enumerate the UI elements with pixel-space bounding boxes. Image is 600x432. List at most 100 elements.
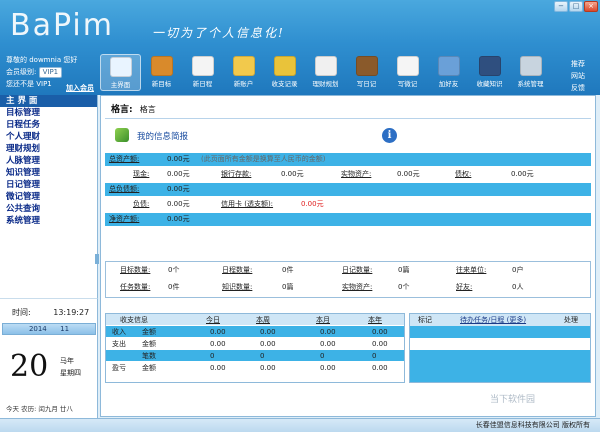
bank-value: 0.00元 bbox=[281, 170, 304, 178]
bank-label[interactable]: 银行存款: bbox=[221, 166, 251, 183]
physical-count-value: 0个 bbox=[398, 283, 410, 291]
watermark: 当下软件园 bbox=[490, 395, 536, 405]
friend-count-label[interactable]: 好友: bbox=[456, 279, 472, 296]
toolbar-label: 写日记 bbox=[356, 80, 377, 88]
minimize-icon[interactable]: − bbox=[554, 1, 568, 12]
income-cell: 0.00 bbox=[372, 364, 388, 372]
recommend-link[interactable]: 推荐 bbox=[571, 58, 585, 70]
income-header-3[interactable]: 本月 bbox=[316, 314, 330, 326]
toolbar-label: 新目标 bbox=[151, 80, 172, 88]
member-level-label: 会员级别: bbox=[6, 68, 37, 76]
sidebar-item-2[interactable]: 日程任务 bbox=[0, 119, 97, 131]
income-expense-table: 收支信息 今日 本周 本月 本年 收入 金额 0.00 0.00 0.00 0.00 支出 金额 0.00… bbox=[105, 313, 405, 383]
income-header-2[interactable]: 本周 bbox=[256, 314, 270, 326]
income-header-1[interactable]: 今日 bbox=[206, 314, 220, 326]
company-copyright: 长春佳盟信息科技有限公司 版权所有 bbox=[475, 421, 590, 429]
partner-count-value: 0户 bbox=[512, 266, 524, 274]
real-assets-label[interactable]: 实物资产: bbox=[341, 166, 371, 183]
sidebar-splitter[interactable] bbox=[95, 254, 99, 264]
goal-count-label[interactable]: 目标数量: bbox=[120, 262, 150, 279]
app-logo: BaPim bbox=[10, 8, 114, 43]
close-icon[interactable]: × bbox=[584, 1, 598, 12]
knowledge-count-label[interactable]: 知识数量: bbox=[222, 279, 252, 296]
table-row: 笔数 0 0 0 0 bbox=[106, 350, 404, 362]
calendar-icon bbox=[191, 56, 214, 76]
toolbar-contacts-button[interactable]: 加好友 bbox=[428, 54, 469, 91]
weekday-label: 星期四 bbox=[60, 369, 81, 377]
income-cell: 0.00 bbox=[372, 340, 388, 348]
physical-count-label[interactable]: 实物资产: bbox=[342, 279, 372, 296]
toolbar-home-button[interactable]: 主界面 bbox=[100, 54, 141, 91]
motto: 格言: 格言 bbox=[111, 102, 156, 115]
toolbar-calendar-button[interactable]: 新日程 bbox=[182, 54, 223, 91]
real-assets-value: 0.00元 bbox=[397, 170, 420, 178]
year-month-bar[interactable]: 2014 11 bbox=[2, 323, 96, 335]
total-assets-label[interactable]: 总资产额: bbox=[109, 153, 139, 166]
sidebar-item-8[interactable]: 微记管理 bbox=[0, 191, 97, 203]
sidebar-nav: 主 界 面目标管理 日程任务 个人理财 理财规划 人脉管理 知识管理 日记管理 微记管理 公共查… bbox=[0, 95, 98, 298]
toolbar-note-button[interactable]: 写微记 bbox=[387, 54, 428, 91]
sidebar-item-0[interactable]: 主 界 面 bbox=[0, 95, 97, 107]
income-header-4[interactable]: 本年 bbox=[368, 314, 382, 326]
cash-value: 0.00元 bbox=[167, 170, 190, 178]
income-row-item: 笔数 bbox=[142, 352, 156, 360]
toolbar-bookshelf-button[interactable]: 收藏知识 bbox=[469, 54, 510, 91]
toolbar-label: 新账户 bbox=[233, 80, 254, 88]
schedule-count-label[interactable]: 日程数量: bbox=[222, 262, 252, 279]
income-row-item: 金额 bbox=[142, 328, 156, 336]
partner-count-label[interactable]: 往来单位: bbox=[456, 262, 486, 279]
debt-detail-row: 负债: 0.00元 信用卡 (透支额): 0.00元 bbox=[105, 196, 591, 213]
maximize-icon[interactable]: □ bbox=[569, 1, 583, 12]
sidebar-item-3[interactable]: 个人理财 bbox=[0, 131, 97, 143]
net-assets-value: 0.00元 bbox=[167, 215, 190, 223]
diary-icon bbox=[355, 56, 378, 76]
sidebar-item-6[interactable]: 知识管理 bbox=[0, 167, 97, 179]
table-row: 收入 金额 0.00 0.00 0.00 0.00 bbox=[106, 326, 404, 338]
app-header: BaPim 一切为了个人信息化! − □ × 尊敬的 dowmnia 您好 会员… bbox=[0, 0, 600, 95]
toolbar-gear-button[interactable]: 系统管理 bbox=[510, 54, 551, 91]
feedback-link[interactable]: 反馈 bbox=[571, 82, 585, 94]
website-link[interactable]: 网站 bbox=[571, 70, 585, 82]
schedule-count-value: 0件 bbox=[282, 266, 294, 274]
task-count-label[interactable]: 任务数量: bbox=[120, 279, 150, 296]
app-slogan: 一切为了个人信息化! bbox=[152, 26, 285, 40]
income-row-item: 金额 bbox=[142, 364, 156, 372]
debt-label[interactable]: 负债: bbox=[133, 196, 149, 213]
sidebar-item-7[interactable]: 日记管理 bbox=[0, 179, 97, 191]
member-level-badge: VIP1 bbox=[38, 67, 63, 78]
income-cell: 0.00 bbox=[260, 328, 276, 336]
toolbar-card-button[interactable]: 新账户 bbox=[223, 54, 264, 91]
toolbar-medal-button[interactable]: 新目标 bbox=[141, 54, 182, 91]
toolbar-clipboard-button[interactable]: 理财规划 bbox=[305, 54, 346, 91]
sidebar-item-10[interactable]: 系统管理 bbox=[0, 215, 97, 227]
task-count-value: 0件 bbox=[168, 283, 180, 291]
motto-value: 格言 bbox=[139, 105, 156, 114]
sidebar-item-9[interactable]: 公共查询 bbox=[0, 203, 97, 215]
credit-card-label[interactable]: 信用卡 (透支额): bbox=[221, 196, 273, 213]
income-header-0: 收支信息 bbox=[120, 316, 148, 324]
join-member-link[interactable]: 加入会员 bbox=[66, 83, 94, 93]
toolbar-coins-button[interactable]: 收支记录 bbox=[264, 54, 305, 91]
claims-value: 0.00元 bbox=[511, 170, 534, 178]
income-cell: 0.00 bbox=[260, 364, 276, 372]
finance-summary: 总资产额: 0.00元 (此页面所有金额是换算至人民币的金额) 现金: 0.00… bbox=[105, 153, 591, 226]
todo-more-link[interactable]: 待办任务/日程 (更多) bbox=[460, 314, 526, 326]
todo-table: 标记 待办任务/日程 (更多) 处理 bbox=[409, 313, 591, 383]
claims-label[interactable]: 债权: bbox=[455, 166, 471, 183]
toolbar-label: 理财规划 bbox=[312, 80, 339, 88]
sidebar-item-1[interactable]: 目标管理 bbox=[0, 107, 97, 119]
toolbar-diary-button[interactable]: 写日记 bbox=[346, 54, 387, 91]
medal-icon bbox=[150, 56, 173, 76]
sidebar-item-4[interactable]: 理财规划 bbox=[0, 143, 97, 155]
income-cell: 0 bbox=[210, 352, 215, 360]
status-bar: 长春佳盟信息科技有限公司 版权所有 bbox=[0, 418, 600, 432]
assets-detail-row: 现金: 0.00元 银行存款: 0.00元 实物资产: 0.00元 债权: 0.… bbox=[105, 166, 591, 183]
net-assets-label[interactable]: 净资产额: bbox=[109, 213, 139, 226]
diary-count-label[interactable]: 日记数量: bbox=[342, 262, 372, 279]
cash-label[interactable]: 现金: bbox=[133, 166, 149, 183]
total-debt-label[interactable]: 总负债额: bbox=[109, 183, 139, 196]
table-row: 支出 金额 0.00 0.00 0.00 0.00 bbox=[106, 338, 404, 350]
sidebar-item-5[interactable]: 人脉管理 bbox=[0, 155, 97, 167]
toolbar-label: 收支记录 bbox=[271, 80, 298, 88]
info-icon[interactable]: i bbox=[382, 128, 397, 143]
